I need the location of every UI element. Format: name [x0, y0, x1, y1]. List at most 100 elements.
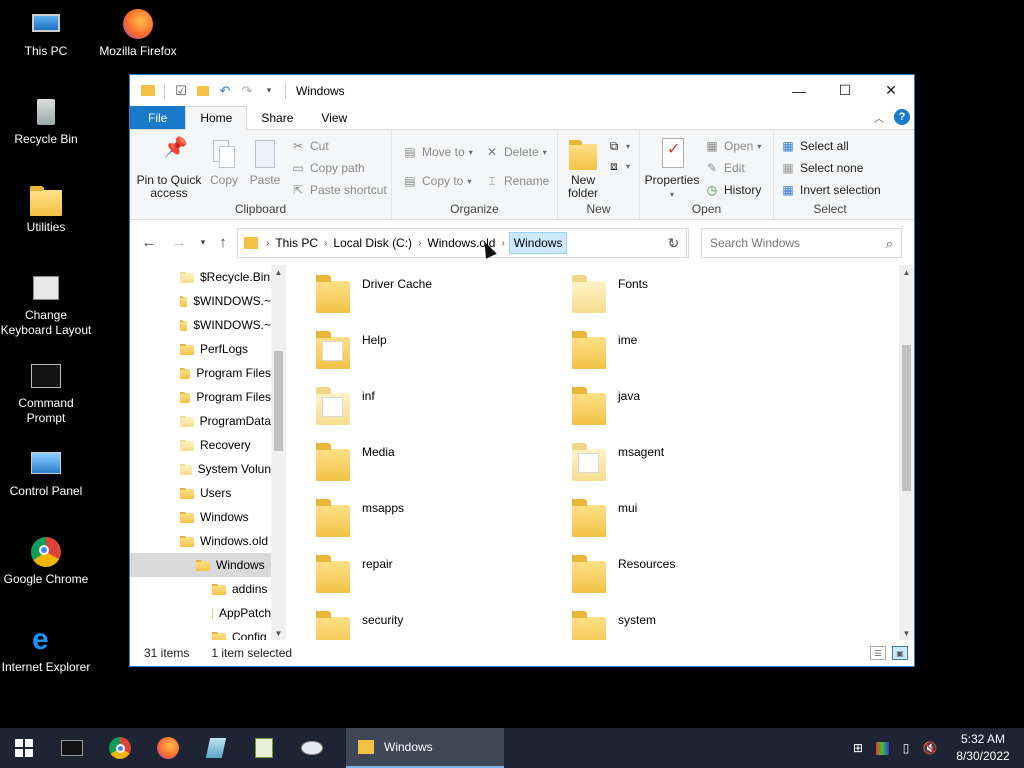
chrome-taskbar-icon[interactable] — [96, 728, 144, 768]
file-item[interactable]: mui — [572, 493, 822, 543]
tab-share[interactable]: Share — [247, 106, 307, 129]
back-arrow-icon[interactable]: ← — [139, 232, 159, 252]
file-item[interactable]: inf — [316, 381, 566, 431]
files-scroll-thumb[interactable] — [902, 345, 911, 491]
undo-icon[interactable]: ↶ — [215, 81, 235, 101]
command-prompt-icon[interactable]: Command Prompt — [0, 360, 92, 426]
control-panel-icon[interactable]: Control Panel — [0, 448, 92, 499]
tree-item[interactable]: addins — [130, 577, 271, 601]
file-item[interactable]: msagent — [572, 437, 822, 487]
tab-home[interactable]: Home — [185, 106, 248, 130]
scroll-up-icon[interactable]: ▲ — [899, 265, 914, 279]
title-bar[interactable]: ☑ ↶ ↷ ▾ Windows — ☐ ✕ — [130, 75, 914, 106]
cmd-taskbar-icon[interactable] — [48, 728, 96, 768]
paste-shortcut-button[interactable]: ⇱ Paste shortcut — [290, 180, 387, 200]
nav-scrollbar[interactable]: ▲ ▼ — [271, 265, 286, 640]
chevron-right-icon[interactable]: › — [264, 238, 271, 249]
easy-access-button[interactable]: ⧈ ▾ — [606, 156, 630, 176]
minimize-button[interactable]: — — [776, 76, 822, 106]
refresh-icon[interactable]: ↻ — [659, 228, 689, 258]
crumb-this-pc[interactable]: This PC — [271, 229, 322, 257]
tree-item[interactable]: System Volun — [130, 457, 271, 481]
chevron-right-icon[interactable]: › — [322, 238, 329, 249]
crumb-local-disk[interactable]: Local Disk (C:) — [329, 229, 416, 257]
properties-button[interactable]: ✓ Properties ▾ — [644, 138, 700, 201]
tree-item[interactable]: $WINDOWS.~ — [130, 313, 271, 337]
select-all-button[interactable]: ▦ Select all — [780, 136, 848, 156]
recent-locations-icon[interactable]: ▾ — [193, 232, 213, 252]
recycle-bin-icon[interactable]: Recycle Bin — [0, 96, 92, 147]
tree-item[interactable]: PerfLogs — [130, 337, 271, 361]
new-folder-button[interactable]: New folder — [562, 138, 604, 200]
search-input[interactable]: Search Windows ⌕ — [701, 228, 902, 258]
details-view-icon[interactable]: ☰ — [870, 646, 886, 660]
firefox-taskbar-icon[interactable] — [144, 728, 192, 768]
color-tray-icon[interactable] — [870, 728, 894, 768]
history-button[interactable]: ◷ History — [704, 180, 762, 200]
file-item[interactable]: security — [316, 605, 566, 640]
tree-item[interactable]: Program Files — [130, 361, 271, 385]
file-item[interactable]: repair — [316, 549, 566, 599]
file-item[interactable]: java — [572, 381, 822, 431]
edit-button[interactable]: ✎ Edit — [704, 158, 745, 178]
scroll-down-icon[interactable]: ▼ — [899, 626, 914, 640]
paint-taskbar-icon[interactable] — [288, 728, 336, 768]
chevron-right-icon[interactable]: › — [416, 238, 423, 249]
tab-view[interactable]: View — [307, 106, 361, 129]
copy-button[interactable]: Copy — [206, 138, 242, 187]
files-scrollbar[interactable]: ▲ ▼ — [899, 265, 914, 640]
file-item[interactable]: system — [572, 605, 822, 640]
file-item[interactable]: Driver Cache — [316, 269, 566, 319]
nav-scroll-thumb[interactable] — [274, 351, 283, 451]
address-bar[interactable]: › This PC › Local Disk (C:) › Windows.ol… — [237, 228, 687, 258]
editor-taskbar-icon[interactable] — [240, 728, 288, 768]
copy-to-button[interactable]: ▤ Copy to ▾ — [402, 171, 471, 191]
large-icons-view-icon[interactable]: ▣ — [892, 646, 908, 660]
properties-icon[interactable]: ☑ — [171, 81, 191, 101]
pin-quick-access-button[interactable]: 📌 Pin to Quick access — [136, 138, 202, 200]
close-button[interactable]: ✕ — [868, 76, 914, 106]
this-pc-icon[interactable]: This PC — [0, 8, 92, 59]
cut-button[interactable]: ✂ Cut — [290, 136, 329, 156]
tree-item[interactable]: Config — [130, 625, 271, 640]
tree-item[interactable]: Windows — [130, 553, 271, 577]
maximize-button[interactable]: ☐ — [822, 76, 868, 106]
help-icon[interactable]: ? — [894, 109, 910, 125]
file-item[interactable]: ime — [572, 325, 822, 375]
tree-item[interactable]: ProgramData — [130, 409, 271, 433]
scroll-down-icon[interactable]: ▼ — [271, 626, 286, 640]
tree-item[interactable]: Program Files — [130, 385, 271, 409]
taskbar-app-explorer[interactable]: Windows — [346, 728, 504, 768]
tree-item[interactable]: AppPatch — [130, 601, 271, 625]
select-none-button[interactable]: ▦ Select none — [780, 158, 863, 178]
crumb-windows[interactable]: Windows — [508, 232, 568, 254]
search-icon[interactable]: ⌕ — [886, 236, 893, 252]
file-item[interactable]: Media — [316, 437, 566, 487]
new-item-button[interactable]: ⧉ ▾ — [606, 136, 630, 156]
invert-selection-button[interactable]: ▦ Invert selection — [780, 180, 880, 200]
paste-button[interactable]: Paste — [246, 138, 284, 187]
network-tray-icon[interactable]: ⊞ — [846, 728, 870, 768]
new-folder-icon[interactable] — [193, 81, 213, 101]
chevron-right-icon[interactable]: › — [499, 238, 506, 249]
keyboard-layout-icon[interactable]: Change Keyboard Layout — [0, 272, 92, 338]
app-taskbar-icon[interactable] — [192, 728, 240, 768]
usb-tray-icon[interactable]: ▯ — [894, 728, 918, 768]
internet-explorer-icon[interactable]: e Internet Explorer — [0, 624, 92, 675]
rename-button[interactable]: ⌶ Rename — [484, 171, 549, 191]
up-arrow-icon[interactable]: ↑ — [213, 232, 233, 252]
file-item[interactable]: Help — [316, 325, 566, 375]
file-item[interactable]: msapps — [316, 493, 566, 543]
scroll-up-icon[interactable]: ▲ — [271, 265, 286, 279]
speaker-muted-icon[interactable]: 🔇 — [918, 728, 942, 768]
chrome-desktop-icon[interactable]: Google Chrome — [0, 536, 92, 587]
tab-file[interactable]: File — [130, 106, 186, 129]
move-to-button[interactable]: ▤ Move to ▾ — [402, 142, 472, 162]
delete-button[interactable]: ✕ Delete ▾ — [484, 142, 547, 162]
customize-qa-icon[interactable]: ▾ — [259, 81, 279, 101]
tree-item[interactable]: $WINDOWS.~ — [130, 289, 271, 313]
file-item[interactable]: Resources — [572, 549, 822, 599]
file-item[interactable]: Fonts — [572, 269, 822, 319]
tree-item[interactable]: Users — [130, 481, 271, 505]
forward-arrow-icon[interactable]: → — [169, 232, 189, 252]
